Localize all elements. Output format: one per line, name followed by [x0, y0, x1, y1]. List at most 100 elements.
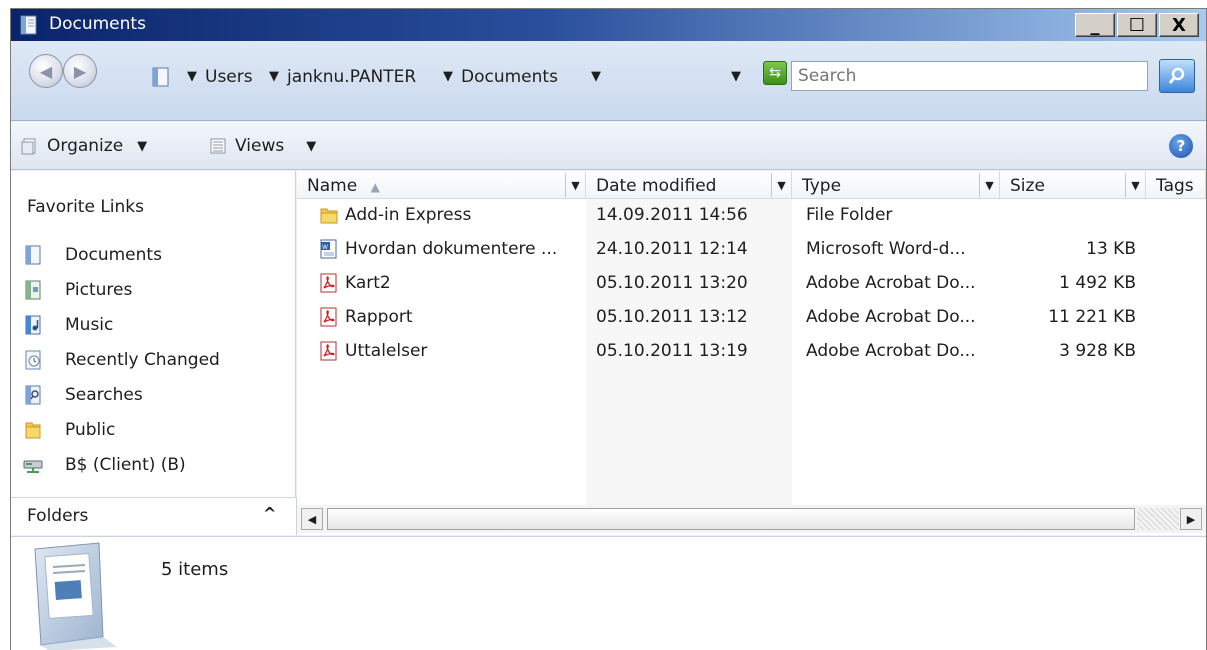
network-drive-icon [23, 460, 43, 473]
search-input[interactable] [791, 61, 1148, 91]
column-filter-dropdown-icon[interactable]: ▼ [1125, 173, 1145, 197]
file-row[interactable]: Kart2 05.10.2011 13:20 Adobe Acrobat Do.… [297, 267, 1206, 301]
column-header-tags[interactable]: Tags [1146, 171, 1206, 199]
file-name-cell: Add-in Express [320, 205, 472, 225]
file-row[interactable]: Uttalelser 05.10.2011 13:19 Adobe Acroba… [297, 335, 1206, 369]
horizontal-scrollbar[interactable]: ◀ ▶ [297, 505, 1206, 533]
folders-toggle[interactable]: Folders ^ [11, 497, 297, 535]
breadcrumb-documents-dropdown-icon[interactable]: ▼ [591, 69, 601, 84]
close-button[interactable]: X [1159, 13, 1199, 37]
sidebar-item-music[interactable]: Music [23, 307, 220, 342]
documents-folder-icon [34, 542, 117, 650]
column-header-label: Name [307, 176, 358, 196]
refresh-button[interactable]: ⇆ [763, 61, 787, 85]
sidebar-item-pictures[interactable]: Pictures [23, 272, 220, 307]
scroll-right-button[interactable]: ▶ [1180, 508, 1202, 530]
favorite-links-heading: Favorite Links [27, 197, 145, 217]
sidebar-item-recently-changed[interactable]: Recently Changed [23, 342, 220, 377]
file-type: File Folder [806, 205, 893, 225]
pdf-icon [320, 341, 337, 361]
back-button[interactable]: ◀ [29, 54, 63, 88]
file-name: Rapport [345, 307, 413, 327]
column-header-label: Date modified [596, 176, 717, 196]
breadcrumb-users-dropdown-icon[interactable]: ▼ [269, 69, 279, 84]
arrow-right-icon: ▶ [73, 61, 87, 81]
chevron-down-icon: ▼ [137, 138, 148, 154]
breadcrumb-root-dropdown-icon[interactable]: ▼ [187, 69, 197, 84]
scroll-thumb[interactable] [327, 508, 1135, 530]
recently-changed-icon [25, 350, 41, 369]
column-header-date-modified[interactable]: Date modified ▼ [586, 171, 792, 199]
sidebar-item-label: Pictures [65, 279, 133, 300]
breadcrumb-users[interactable]: Users [205, 67, 253, 87]
file-size: 1 492 KB [1059, 273, 1136, 293]
column-header-name[interactable]: Name ▲ ▼ [297, 171, 586, 199]
sidebar-item-label: Public [65, 419, 116, 440]
refresh-icon: ⇆ [769, 65, 781, 81]
title-bar[interactable]: Documents _ ☐ X [11, 9, 1206, 41]
file-name: Add-in Express [345, 205, 472, 225]
file-type: Microsoft Word-d... [806, 239, 966, 259]
file-list: Name ▲ ▼ Date modified ▼ Type ▼ Size ▼ T… [297, 171, 1206, 535]
arrow-left-icon: ◀ [39, 61, 53, 81]
file-size: 3 928 KB [1059, 341, 1136, 361]
help-button[interactable]: ? [1169, 134, 1193, 158]
navigation-pane: Favorite Links Documents Pictures Music … [11, 171, 296, 497]
folder-icon [25, 422, 41, 438]
file-size: 11 221 KB [1048, 307, 1136, 327]
breadcrumb-user[interactable]: janknu.PANTER [287, 67, 416, 87]
documents-icon [152, 67, 169, 87]
column-header-label: Type [802, 176, 842, 196]
file-row[interactable]: W Hvordan dokumentere ... 24.10.2011 12:… [297, 233, 1206, 267]
file-type: Adobe Acrobat Do... [806, 341, 976, 361]
command-bar: Organize ▼ Views ▼ ? [11, 122, 1206, 170]
sidebar-item-network-drive[interactable]: B$ (Client) (B) [23, 447, 220, 482]
sidebar-item-public[interactable]: Public [23, 412, 220, 447]
address-bar[interactable]: ▼ Users ▼ janknu.PANTER ▼ Documents ▼ ▼ [151, 62, 783, 92]
scroll-track[interactable] [1137, 508, 1179, 530]
item-count: 5 items [161, 559, 229, 580]
maximize-button[interactable]: ☐ [1117, 13, 1157, 37]
views-menu[interactable]: Views ▼ [209, 136, 316, 156]
minimize-button[interactable]: _ [1075, 13, 1115, 37]
chevron-down-icon: ▼ [306, 138, 317, 154]
sidebar-item-label: Searches [65, 384, 143, 405]
scroll-left-button[interactable]: ◀ [301, 508, 323, 530]
svg-text:W: W [322, 244, 328, 251]
sidebar-item-documents[interactable]: Documents [23, 237, 220, 272]
favorite-links-list: Documents Pictures Music Recently Change… [23, 237, 220, 482]
pdf-icon [320, 307, 337, 327]
file-row[interactable]: Rapport 05.10.2011 13:12 Adobe Acrobat D… [297, 301, 1206, 335]
search-icon [1168, 67, 1185, 84]
file-name-cell: Rapport [320, 307, 413, 327]
column-header-type[interactable]: Type ▼ [792, 171, 1000, 199]
file-name: Hvordan dokumentere ... [345, 239, 558, 259]
file-type: Adobe Acrobat Do... [806, 307, 976, 327]
word-doc-icon: W [320, 239, 337, 259]
column-filter-dropdown-icon[interactable]: ▼ [565, 173, 585, 197]
column-header-size[interactable]: Size ▼ [1000, 171, 1146, 199]
address-history-dropdown-icon[interactable]: ▼ [731, 69, 741, 84]
file-name-cell: Uttalelser [320, 341, 428, 361]
file-name: Uttalelser [345, 341, 428, 361]
pdf-icon [320, 273, 337, 293]
organize-icon [21, 138, 36, 155]
forward-button[interactable]: ▶ [63, 54, 97, 88]
organize-menu[interactable]: Organize ▼ [21, 136, 147, 156]
breadcrumb-documents[interactable]: Documents [461, 67, 558, 87]
folders-label: Folders [27, 506, 89, 526]
file-date: 24.10.2011 12:14 [596, 239, 748, 259]
search-button[interactable] [1159, 59, 1195, 93]
sidebar-item-searches[interactable]: Searches [23, 377, 220, 412]
column-filter-dropdown-icon[interactable]: ▼ [771, 173, 791, 197]
organize-label: Organize [47, 136, 124, 156]
breadcrumb-user-dropdown-icon[interactable]: ▼ [443, 69, 453, 84]
file-row[interactable]: Add-in Express 14.09.2011 14:56 File Fol… [297, 199, 1206, 233]
file-date: 05.10.2011 13:20 [596, 273, 748, 293]
column-filter-dropdown-icon[interactable]: ▼ [979, 173, 999, 197]
file-size: 13 KB [1086, 239, 1136, 259]
sidebar-item-label: Recently Changed [65, 349, 220, 370]
arrow-right-icon: ▶ [1186, 512, 1196, 526]
address-row: ◀ ▶ ▼ Users ▼ janknu.PANTER ▼ Documents … [11, 41, 1206, 121]
file-name-cell: W Hvordan dokumentere ... [320, 239, 558, 259]
